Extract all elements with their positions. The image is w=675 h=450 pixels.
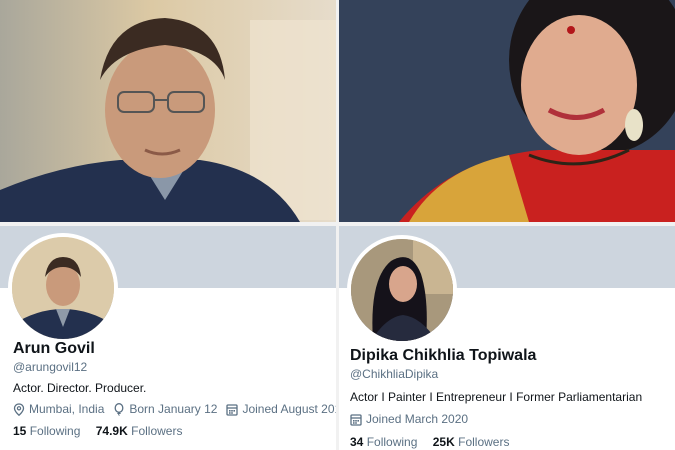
profile-bio: Actor. Director. Producer. bbox=[13, 381, 147, 395]
location-text: Mumbai, India bbox=[29, 402, 105, 416]
profile-meta: Joined March 2020 bbox=[350, 412, 477, 426]
profile-card-arun-govil: Arun Govil @arungovil12 Actor. Director.… bbox=[0, 226, 336, 450]
profile-card-dipika-chikhlia: Dipika Chikhlia Topiwala @ChikhliaDipika… bbox=[339, 226, 675, 450]
profile-bio: Actor I Painter I Entrepreneur I Former … bbox=[350, 390, 643, 404]
followers-link[interactable]: 25K Followers bbox=[433, 435, 510, 449]
birthday-item: Born January 12 bbox=[113, 402, 217, 416]
profile-name: Dipika Chikhlia Topiwala bbox=[350, 347, 537, 364]
joined-item: Joined August 2011 bbox=[226, 402, 336, 416]
following-link[interactable]: 15 Following bbox=[13, 424, 80, 438]
joined-text: Joined March 2020 bbox=[366, 412, 469, 426]
profile-stats: 15 Following 74.9K Followers bbox=[13, 424, 194, 438]
following-label: Following bbox=[366, 435, 418, 449]
profile-stats: 34 Following 25K Followers bbox=[350, 435, 521, 449]
followers-link[interactable]: 74.9K Followers bbox=[96, 424, 183, 438]
followers-count: 74.9K bbox=[95, 424, 128, 438]
location-item: Mumbai, India bbox=[13, 402, 104, 416]
balloon-icon bbox=[114, 402, 124, 416]
dipika-chikhlia-photo bbox=[339, 0, 675, 222]
profile-handle: @arungovil12 bbox=[13, 360, 88, 374]
profile-handle: @ChikhliaDipika bbox=[350, 367, 439, 381]
avatar[interactable] bbox=[347, 235, 457, 345]
avatar[interactable] bbox=[8, 233, 118, 343]
followers-label: Followers bbox=[131, 424, 183, 438]
following-label: Following bbox=[29, 424, 81, 438]
joined-item: Joined March 2020 bbox=[350, 412, 468, 426]
profile-name: Arun Govil bbox=[13, 340, 95, 357]
calendar-icon bbox=[350, 413, 362, 426]
birthday-text: Born January 12 bbox=[129, 402, 218, 416]
location-pin-icon bbox=[13, 402, 25, 416]
following-link[interactable]: 34 Following bbox=[350, 435, 417, 449]
following-count: 15 bbox=[13, 424, 27, 438]
joined-text: Joined August 2011 bbox=[242, 402, 336, 416]
arun-govil-photo bbox=[0, 0, 336, 222]
followers-label: Followers bbox=[458, 435, 510, 449]
following-count: 34 bbox=[350, 435, 364, 449]
followers-count: 25K bbox=[432, 435, 455, 449]
profile-meta: Mumbai, India Born January 12 Joined Aug… bbox=[13, 402, 336, 416]
calendar-icon bbox=[226, 403, 239, 416]
